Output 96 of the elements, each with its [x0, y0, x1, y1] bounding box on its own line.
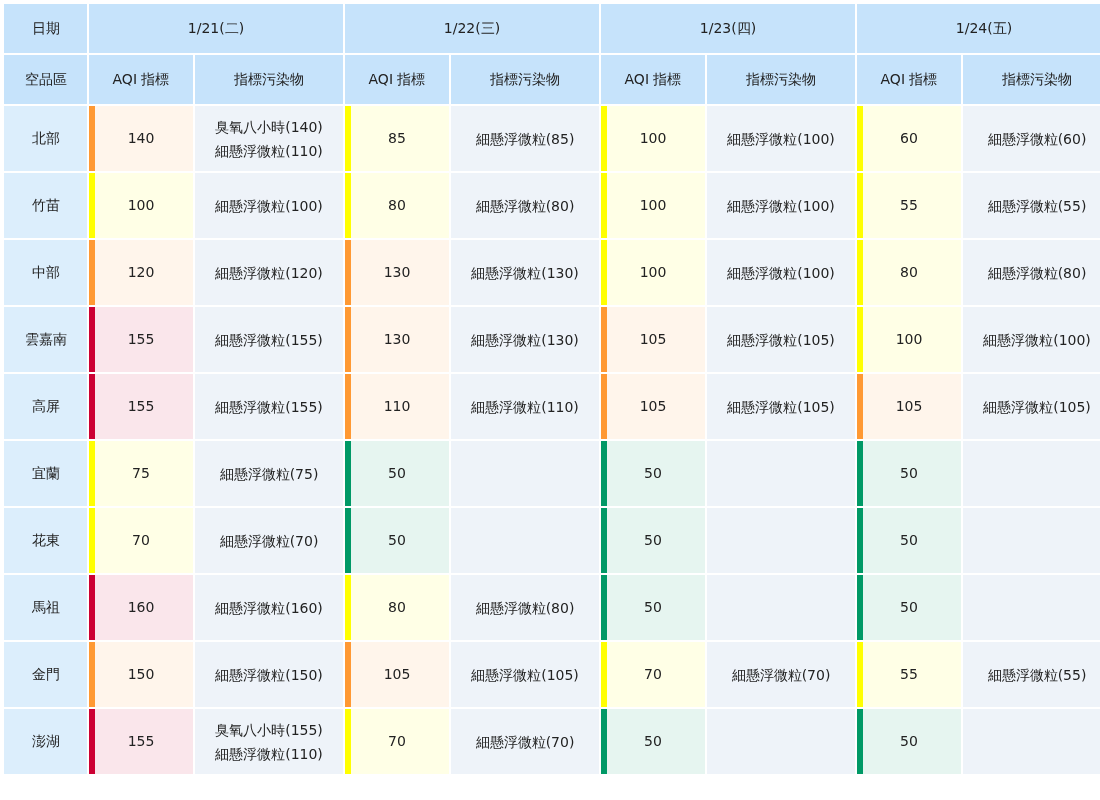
aqi-value: 75	[132, 465, 150, 481]
pollutant-text: 細懸浮微粒(80)	[986, 263, 1088, 283]
aqi-value: 50	[644, 532, 662, 548]
aqi-value: 70	[132, 532, 150, 548]
aqi-value: 100	[639, 197, 667, 213]
pollutant-text: 細懸浮微粒(80)	[474, 196, 576, 216]
column-header: AQI 指標	[601, 55, 705, 104]
aqi-value: 50	[900, 532, 918, 548]
pollutant-text: 細懸浮微粒(100)	[726, 129, 836, 149]
aqi-value: 155	[127, 331, 155, 347]
column-header: AQI 指標	[89, 55, 193, 104]
aqi-value: 70	[388, 733, 406, 749]
pollutant-text: 細懸浮微粒(70)	[474, 732, 576, 752]
column-header: 指標污染物	[195, 55, 343, 104]
region-cell: 澎湖	[4, 709, 87, 774]
region-cell: 竹苗	[4, 173, 87, 238]
pollutant-text: 細懸浮微粒(100)	[726, 196, 836, 216]
aqi-value: 50	[900, 465, 918, 481]
pollutant-text: 細懸浮微粒(100)	[726, 263, 836, 283]
pollutant-text: 細懸浮微粒(75)	[218, 464, 320, 484]
pollutant-text: 細懸浮微粒(150)	[214, 665, 324, 685]
pollutant-text: 細懸浮微粒(110)	[470, 397, 580, 417]
aqi-value: 105	[895, 398, 923, 414]
aqi-value: 130	[383, 331, 411, 347]
date-header: 1/24(五)	[857, 4, 1100, 53]
column-header: AQI 指標	[345, 55, 449, 104]
date-header: 1/21(二)	[89, 4, 343, 53]
column-header: 指標污染物	[963, 55, 1100, 104]
region-cell: 中部	[4, 240, 87, 305]
pollutant-text: 細懸浮微粒(155)	[214, 397, 324, 417]
aqi-value: 50	[644, 465, 662, 481]
pollutant-text: 細懸浮微粒(120)	[214, 263, 324, 283]
aqi-value: 155	[127, 398, 155, 414]
pollutant-text: 細懸浮微粒(110)	[214, 141, 324, 161]
pollutant-text: 細懸浮微粒(85)	[474, 129, 576, 149]
pollutant-text: 細懸浮微粒(105)	[726, 397, 836, 417]
aqi-value: 50	[644, 733, 662, 749]
pollutant-text: 細懸浮微粒(105)	[470, 665, 580, 685]
pollutant-text: 細懸浮微粒(160)	[214, 598, 324, 618]
aqi-value: 160	[127, 599, 155, 615]
pollutant-text: 臭氧八小時(155)	[214, 720, 324, 740]
pollutant-text: 細懸浮微粒(155)	[214, 330, 324, 350]
date-header: 1/22(三)	[345, 4, 599, 53]
column-header: AQI 指標	[857, 55, 961, 104]
aqi-value: 50	[388, 465, 406, 481]
pollutant-text: 細懸浮微粒(105)	[726, 330, 836, 350]
column-header: 空品區	[4, 55, 87, 104]
aqi-value: 50	[900, 599, 918, 615]
pollutant-text: 細懸浮微粒(70)	[218, 531, 320, 551]
region-cell: 金門	[4, 642, 87, 707]
aqi-value: 100	[895, 331, 923, 347]
pollutant-text: 細懸浮微粒(110)	[214, 744, 324, 764]
region-cell: 高屏	[4, 374, 87, 439]
region-cell: 北部	[4, 106, 87, 171]
aqi-value: 120	[127, 264, 155, 280]
column-header: 指標污染物	[451, 55, 599, 104]
pollutant-text: 細懸浮微粒(130)	[470, 263, 580, 283]
aqi-value: 55	[900, 197, 918, 213]
aqi-value: 50	[644, 599, 662, 615]
aqi-value: 105	[639, 331, 667, 347]
pollutant-text: 細懸浮微粒(80)	[474, 598, 576, 618]
aqi-value: 100	[127, 197, 155, 213]
date-header: 1/23(四)	[601, 4, 855, 53]
aqi-value: 105	[383, 666, 411, 682]
aqi-value: 80	[388, 599, 406, 615]
pollutant-text: 細懸浮微粒(70)	[730, 665, 832, 685]
column-header: 日期	[4, 4, 87, 53]
aqi-value: 55	[900, 666, 918, 682]
pollutant-text: 臭氧八小時(140)	[214, 117, 324, 137]
pollutant-text: 細懸浮微粒(55)	[986, 665, 1088, 685]
pollutant-text: 細懸浮微粒(100)	[214, 196, 324, 216]
aqi-value: 85	[388, 130, 406, 146]
pollutant-text: 細懸浮微粒(105)	[982, 397, 1092, 417]
aqi-value: 100	[639, 264, 667, 280]
aqi-value: 150	[127, 666, 155, 682]
region-cell: 宜蘭	[4, 441, 87, 506]
pollutant-text: 細懸浮微粒(55)	[986, 196, 1088, 216]
pollutant-text: 細懸浮微粒(130)	[470, 330, 580, 350]
aqi-value: 140	[127, 130, 155, 146]
aqi-value: 80	[900, 264, 918, 280]
column-header: 指標污染物	[707, 55, 855, 104]
aqi-value: 60	[900, 130, 918, 146]
pollutant-text: 細懸浮微粒(100)	[982, 330, 1092, 350]
pollutant-text: 細懸浮微粒(60)	[986, 129, 1088, 149]
region-cell: 馬祖	[4, 575, 87, 640]
aqi-value: 80	[388, 197, 406, 213]
region-cell: 花東	[4, 508, 87, 573]
aqi-value: 155	[127, 733, 155, 749]
aqi-value: 100	[639, 130, 667, 146]
aqi-value: 110	[383, 398, 411, 414]
aqi-value: 105	[639, 398, 667, 414]
region-cell: 雲嘉南	[4, 307, 87, 372]
aqi-value: 70	[644, 666, 662, 682]
aqi-value: 50	[388, 532, 406, 548]
aqi-value: 130	[383, 264, 411, 280]
aqi-value: 50	[900, 733, 918, 749]
